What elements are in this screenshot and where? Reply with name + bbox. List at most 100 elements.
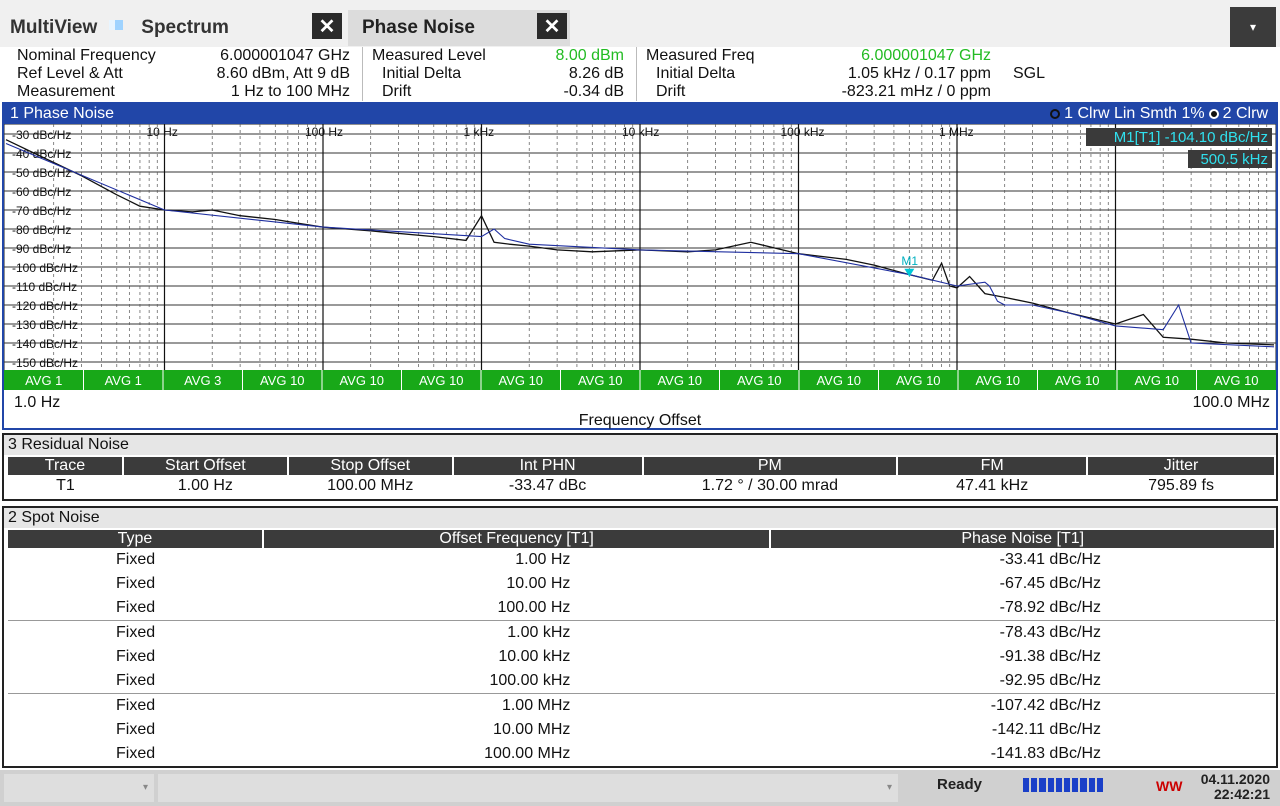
avg-label: AVG 10 — [1134, 373, 1179, 388]
table-cell: 1.00 MHz — [262, 693, 771, 718]
table-cell: 1.00 kHz — [262, 620, 771, 645]
trace2-icon — [1208, 109, 1219, 119]
divider — [636, 47, 637, 101]
chevron-down-icon: ▾ — [142, 782, 148, 793]
table-row[interactable]: Fixed 100.00 Hz -78.92 dBc/Hz — [8, 596, 1275, 621]
column-header: Int PHN — [452, 457, 644, 475]
column-header: Jitter — [1087, 457, 1276, 475]
phase-noise-diagram[interactable]: 1 Phase Noise 1 Clrw Lin Smth 1% 2 Clrw … — [2, 102, 1278, 430]
avg-label: AVG 10 — [737, 373, 782, 388]
status-dropdown-main[interactable]: ▾ — [158, 774, 898, 802]
table-row[interactable]: Fixed 1.00 kHz -78.43 dBc/Hz — [8, 620, 1275, 645]
measured-freq-value: 6.000001047 GHz — [861, 47, 991, 64]
table-cell: 10.00 MHz — [493, 721, 571, 738]
phase-noise-plot[interactable]: -30 dBc/Hz-40 dBc/Hz-50 dBc/Hz-60 dBc/Hz… — [4, 124, 1276, 392]
y-tick-label: -70 dBc/Hz — [12, 204, 71, 218]
menu-button[interactable]: ▾ — [1230, 7, 1276, 47]
x-tick-label: 100 Hz — [305, 125, 343, 139]
measurement-label: Measurement — [17, 83, 115, 100]
table-cell: Fixed — [116, 648, 156, 665]
marker-freq: 500.5 kHz — [1200, 151, 1268, 168]
level-initial-delta-value: 8.26 dB — [568, 65, 624, 82]
level-drift-value: -0.34 dB — [563, 83, 624, 100]
column-header: Offset Frequency [T1] — [262, 530, 772, 548]
level-drift-label: Drift — [382, 83, 412, 100]
close-spectrum-button[interactable]: ✕ — [312, 13, 342, 39]
column-header: Type — [8, 530, 264, 548]
x-tick-label: 10 Hz — [147, 125, 178, 139]
diagram-title: 1 Phase Noise — [10, 105, 115, 122]
y-tick-label: -120 dBc/Hz — [12, 299, 78, 313]
table-cell: -78.92 dBc/Hz — [999, 599, 1101, 616]
avg-label: AVG 10 — [419, 373, 464, 388]
table-cell: 795.89 fs — [1148, 477, 1214, 494]
table-cell: Fixed — [8, 693, 263, 718]
table-row[interactable]: Fixed 100.00 kHz -92.95 dBc/Hz — [8, 669, 1275, 694]
residual-noise-title: 3 Residual Noise — [4, 435, 1276, 455]
residual-noise-window: 3 Residual Noise Trace Start Offset Stop O… — [2, 433, 1278, 501]
trace1-icon — [1050, 109, 1061, 119]
close-icon: ✕ — [543, 15, 561, 38]
column-header: Phase Noise [T1] — [770, 530, 1276, 548]
table-row[interactable]: Fixed 10.00 kHz -91.38 dBc/Hz — [8, 645, 1275, 669]
y-tick-label: -90 dBc/Hz — [12, 242, 71, 256]
nominal-frequency-value: 6.000001047 GHz — [220, 47, 350, 64]
table-cell: -141.83 dBc/Hz — [990, 745, 1101, 762]
table-row[interactable]: Fixed 10.00 Hz -67.45 dBc/Hz — [8, 572, 1275, 596]
date-time: 04.11.2020 22:42:21 — [1201, 772, 1270, 802]
table-cell: Fixed — [116, 599, 156, 616]
close-phase-noise-button[interactable]: ✕ — [537, 13, 567, 39]
y-tick-label: -30 dBc/Hz — [12, 128, 71, 142]
avg-label: AVG 3 — [184, 373, 221, 388]
window-icon — [109, 20, 124, 30]
table-cell: 10.00 kHz — [498, 648, 571, 665]
table-cell: T1 — [56, 477, 75, 494]
trace2-legend: 2 Clrw — [1222, 105, 1268, 122]
spot-noise-window: 2 Spot Noise Type Offset Frequency [T1] Ph… — [2, 506, 1278, 768]
avg-label: AVG 10 — [578, 373, 623, 388]
measured-level-value: 8.00 dBm — [555, 47, 624, 64]
tab-bar: MultiView Spectrum ✕ Phase Noise ✕ ▾ — [0, 0, 1280, 47]
freq-initial-delta-label: Initial Delta — [656, 65, 736, 82]
table-row[interactable]: Fixed 10.00 MHz -142.11 dBc/Hz — [8, 718, 1275, 742]
ref-level-value: 8.60 dBm, Att 9 dB — [216, 65, 350, 82]
table-row[interactable]: Fixed 1.00 MHz -107.42 dBc/Hz — [8, 693, 1275, 718]
y-tick-label: -50 dBc/Hz — [12, 166, 71, 180]
status-dropdown-left[interactable]: ▾ — [4, 774, 154, 802]
chevron-down-icon: ▾ — [1249, 20, 1257, 34]
tab-multiview[interactable]: MultiView Spectrum — [10, 10, 229, 46]
table-row[interactable]: Fixed 100.00 MHz -141.83 dBc/Hz — [8, 742, 1275, 766]
spot-noise-table: Type Offset Frequency [T1] Phase Noise [T1… — [8, 530, 1276, 766]
x-start-label: 1.0 Hz — [14, 394, 61, 411]
table-row[interactable]: T1 1.00 Hz 100.00 MHz -33.47 dBc 1.72 ° / 30… — [8, 475, 1275, 497]
table-cell: 100.00 Hz — [497, 599, 571, 616]
table-cell: -107.42 dBc/Hz — [770, 693, 1275, 718]
table-cell: Fixed — [116, 575, 156, 592]
avg-label: AVG 10 — [1055, 373, 1100, 388]
warning-icon[interactable]: WW — [1156, 778, 1182, 794]
column-header: Stop Offset — [287, 457, 454, 475]
x-stop-label: 100.0 MHz — [1192, 394, 1270, 411]
table-cell: -78.43 dBc/Hz — [770, 620, 1275, 645]
y-tick-label: -60 dBc/Hz — [12, 185, 71, 199]
tab-spectrum-label[interactable]: Spectrum — [141, 17, 229, 39]
level-initial-delta-label: Initial Delta — [382, 65, 462, 82]
table-cell: -92.95 dBc/Hz — [999, 672, 1101, 689]
x-tick-label: 10 kHz — [622, 125, 659, 139]
column-header: Start Offset — [122, 457, 289, 475]
measurement-value: 1 Hz to 100 MHz — [230, 83, 350, 100]
table-row[interactable]: Fixed 1.00 Hz -33.41 dBc/Hz — [8, 548, 1275, 572]
table-cell: 10.00 Hz — [506, 575, 571, 592]
freq-drift-value: -823.21 mHz / 0 ppm — [841, 83, 991, 100]
chevron-down-icon: ▾ — [886, 782, 892, 793]
table-cell: -33.41 dBc/Hz — [999, 551, 1101, 568]
avg-label: AVG 10 — [1214, 373, 1259, 388]
x-tick-label: 1 MHz — [939, 125, 974, 139]
table-cell: -67.45 dBc/Hz — [999, 575, 1101, 592]
freq-initial-delta-value: 1.05 kHz / 0.17 ppm — [847, 65, 991, 82]
residual-noise-table: Trace Start Offset Stop Offset Int PHN PM FM J… — [8, 457, 1276, 497]
y-tick-label: -130 dBc/Hz — [12, 318, 78, 332]
spot-noise-title: 2 Spot Noise — [4, 508, 1276, 528]
avg-label: AVG 10 — [339, 373, 384, 388]
table-cell: Fixed — [116, 551, 156, 568]
